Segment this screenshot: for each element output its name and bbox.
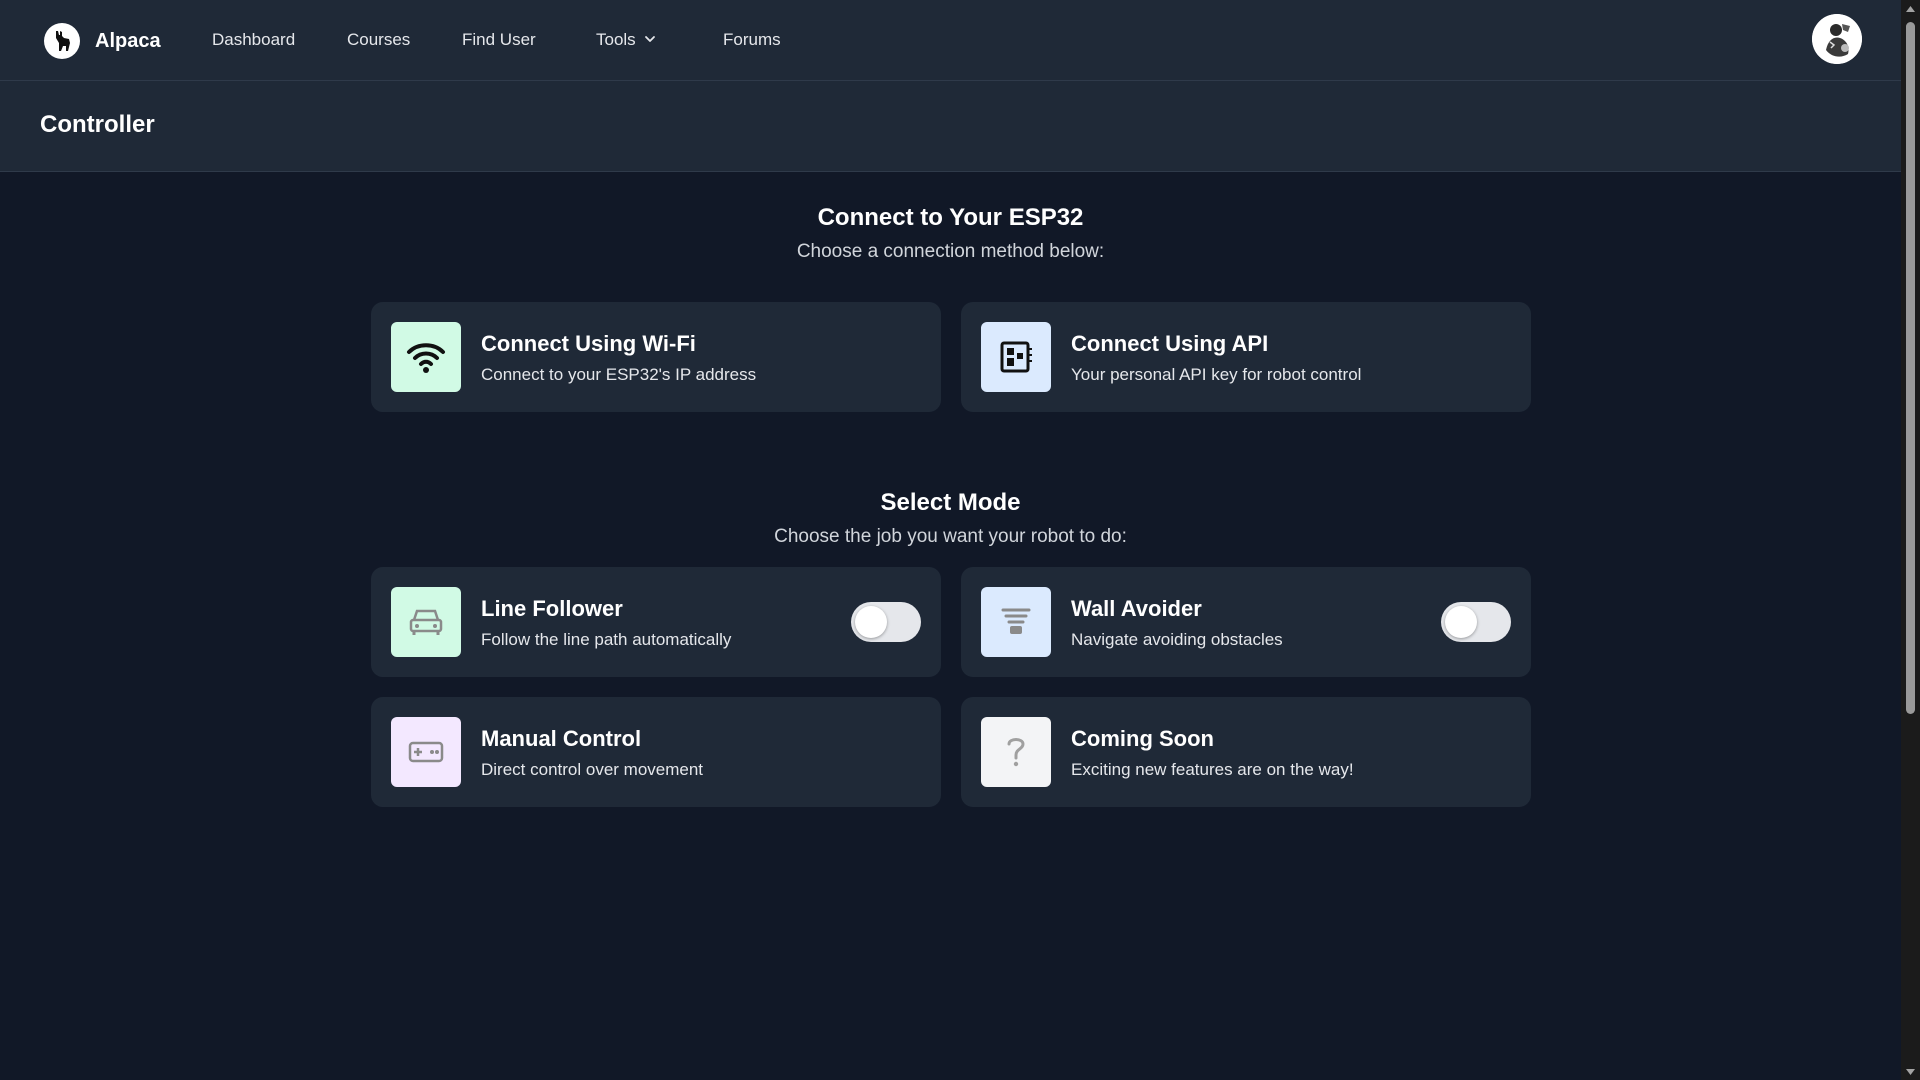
mode-section-subtitle: Choose the job you want your robot to do…	[774, 526, 1127, 547]
connect-wifi-description: Connect to your ESP32's IP address	[481, 365, 757, 384]
mode-coming-soon-card[interactable]: Coming Soon Exciting new features are on…	[961, 697, 1531, 807]
brand-link[interactable]: Alpaca	[44, 22, 161, 60]
api-chip-icon	[981, 322, 1051, 392]
mode-wall-avoider-card[interactable]: Wall Avoider Navigate avoiding obstacles	[961, 567, 1531, 677]
scrollbar-thumb[interactable]	[1906, 22, 1915, 714]
wall-avoider-toggle[interactable]	[1441, 602, 1511, 642]
toggle-knob	[855, 606, 887, 638]
connect-api-card[interactable]: Connect Using API Your personal API key …	[961, 302, 1531, 412]
connect-api-title: Connect Using API	[1071, 331, 1269, 356]
scroll-up-arrow-icon[interactable]	[1901, 0, 1920, 17]
wifi-icon	[391, 322, 461, 392]
car-icon	[391, 587, 461, 657]
sensor-icon	[981, 587, 1051, 657]
scroll-down-arrow-icon[interactable]	[1901, 1063, 1920, 1080]
connect-section-subtitle: Choose a connection method below:	[796, 241, 1105, 262]
vertical-scrollbar[interactable]	[1901, 0, 1920, 1080]
nav-forums-link[interactable]: Forums	[723, 30, 781, 50]
top-navbar: Alpaca Dashboard Courses Find User Tools…	[0, 0, 1901, 81]
nav-tools-dropdown[interactable]: Tools	[596, 30, 656, 50]
nav-tools-label: Tools	[596, 30, 636, 49]
question-icon	[981, 717, 1051, 787]
mode-line-follower-title: Line Follower	[481, 596, 623, 621]
mode-manual-control-title: Manual Control	[481, 726, 642, 751]
page-title: Controller	[40, 111, 155, 138]
connect-wifi-title: Connect Using Wi-Fi	[481, 331, 696, 356]
mode-coming-soon-description: Exciting new features are on the way!	[1071, 760, 1354, 779]
mode-manual-control-card[interactable]: Manual Control Direct control over movem…	[371, 697, 941, 807]
mode-coming-soon-title: Coming Soon	[1071, 726, 1214, 751]
line-follower-toggle[interactable]	[851, 602, 921, 642]
mode-line-follower-description: Follow the line path automatically	[481, 630, 732, 649]
app-viewport: Alpaca Dashboard Courses Find User Tools…	[0, 0, 1901, 1080]
brand-name: Alpaca	[95, 29, 161, 52]
gamepad-icon	[391, 717, 461, 787]
connect-wifi-card[interactable]: Connect Using Wi-Fi Connect to your ESP3…	[371, 302, 941, 412]
nav-find-user-link[interactable]: Find User	[462, 30, 536, 50]
connect-api-description: Your personal API key for robot control	[1071, 365, 1362, 384]
connect-section-title: Connect to Your ESP32	[817, 204, 1084, 231]
nav-dashboard-link[interactable]: Dashboard	[212, 30, 295, 50]
toggle-knob	[1445, 606, 1477, 638]
user-avatar[interactable]	[1812, 14, 1862, 64]
chevron-down-icon	[644, 30, 656, 50]
mode-section-title: Select Mode	[880, 489, 1021, 516]
mode-manual-control-description: Direct control over movement	[481, 760, 704, 779]
mode-wall-avoider-description: Navigate avoiding obstacles	[1071, 630, 1283, 649]
mode-wall-avoider-title: Wall Avoider	[1071, 596, 1202, 621]
nav-courses-link[interactable]: Courses	[347, 30, 410, 50]
mode-line-follower-card[interactable]: Line Follower Follow the line path autom…	[371, 567, 941, 677]
alpaca-logo-icon	[44, 23, 80, 59]
page-header: Controller	[0, 81, 1901, 172]
